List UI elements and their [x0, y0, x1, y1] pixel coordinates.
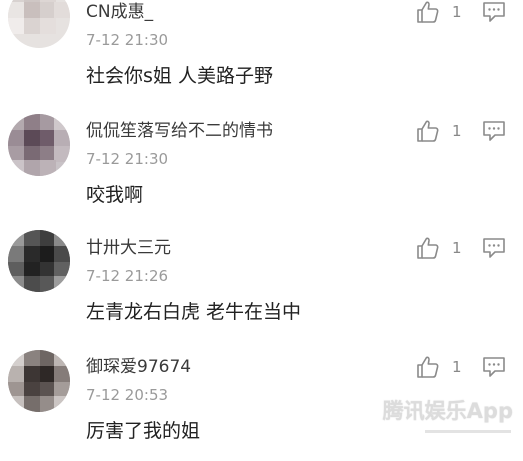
avatar[interactable]: [8, 230, 70, 292]
comment-text: 社会你s姐 人美路子野: [86, 65, 273, 87]
like-count: 1: [452, 122, 462, 140]
comment-username[interactable]: 御琛爱97674: [86, 355, 191, 379]
watermark-subtext: [425, 428, 511, 439]
reply-button[interactable]: [482, 237, 506, 259]
like-button[interactable]: 1: [416, 355, 462, 379]
comment-text: 左青龙右白虎 老牛在当中: [86, 301, 302, 323]
comment-bubble-icon: [483, 357, 505, 377]
thumbs-up-icon: [417, 1, 439, 23]
watermark-url-stroke: [425, 430, 511, 433]
comment-text: 咬我啊: [86, 184, 144, 206]
comment-feed: CN成惠_ 7-12 21:30 社会你s姐 人美路子野 1 侃侃笙落写给不二的…: [0, 0, 523, 461]
comment-item: 侃侃笙落写给不二的情书 7-12 21:30 咬我啊 1: [0, 114, 523, 234]
avatar[interactable]: [8, 0, 70, 48]
watermark-logo: 腾讯娱乐App: [382, 399, 513, 423]
like-count: 1: [452, 239, 462, 257]
avatar-blurred-image: [8, 350, 70, 412]
reply-button[interactable]: [482, 1, 506, 23]
comment-text: 厉害了我的姐: [86, 420, 201, 442]
avatar[interactable]: [8, 114, 70, 176]
reply-button[interactable]: [482, 120, 506, 142]
comment-bubble-icon: [483, 238, 505, 258]
avatar-blurred-image: [8, 230, 70, 292]
comment-bubble-icon: [483, 2, 505, 22]
comment-time: 7-12 21:26: [86, 267, 169, 285]
thumbs-up-icon: [417, 237, 439, 259]
comment-time: 7-12 21:30: [86, 150, 169, 168]
comment-item: 廿卅大三元 7-12 21:26 左青龙右白虎 老牛在当中 1: [0, 230, 523, 351]
avatar[interactable]: [8, 350, 70, 412]
avatar-blurred-image: [8, 114, 70, 176]
like-button[interactable]: 1: [416, 119, 462, 143]
comment-username[interactable]: 廿卅大三元: [86, 236, 171, 260]
comment-time: 7-12 21:30: [86, 31, 169, 49]
thumbs-up-icon: [417, 356, 439, 378]
comment-time: 7-12 20:53: [86, 386, 169, 404]
like-button[interactable]: 1: [416, 236, 462, 260]
reply-button[interactable]: [482, 356, 506, 378]
comment-bubble-icon: [483, 121, 505, 141]
avatar-blurred-image: [8, 0, 70, 48]
like-button[interactable]: 1: [416, 0, 462, 24]
like-count: 1: [452, 3, 462, 21]
comment-item: CN成惠_ 7-12 21:30 社会你s姐 人美路子野 1: [0, 0, 523, 115]
comment-username[interactable]: CN成惠_: [86, 0, 153, 24]
comment-username[interactable]: 侃侃笙落写给不二的情书: [86, 119, 273, 143]
thumbs-up-icon: [417, 120, 439, 142]
like-count: 1: [452, 358, 462, 376]
